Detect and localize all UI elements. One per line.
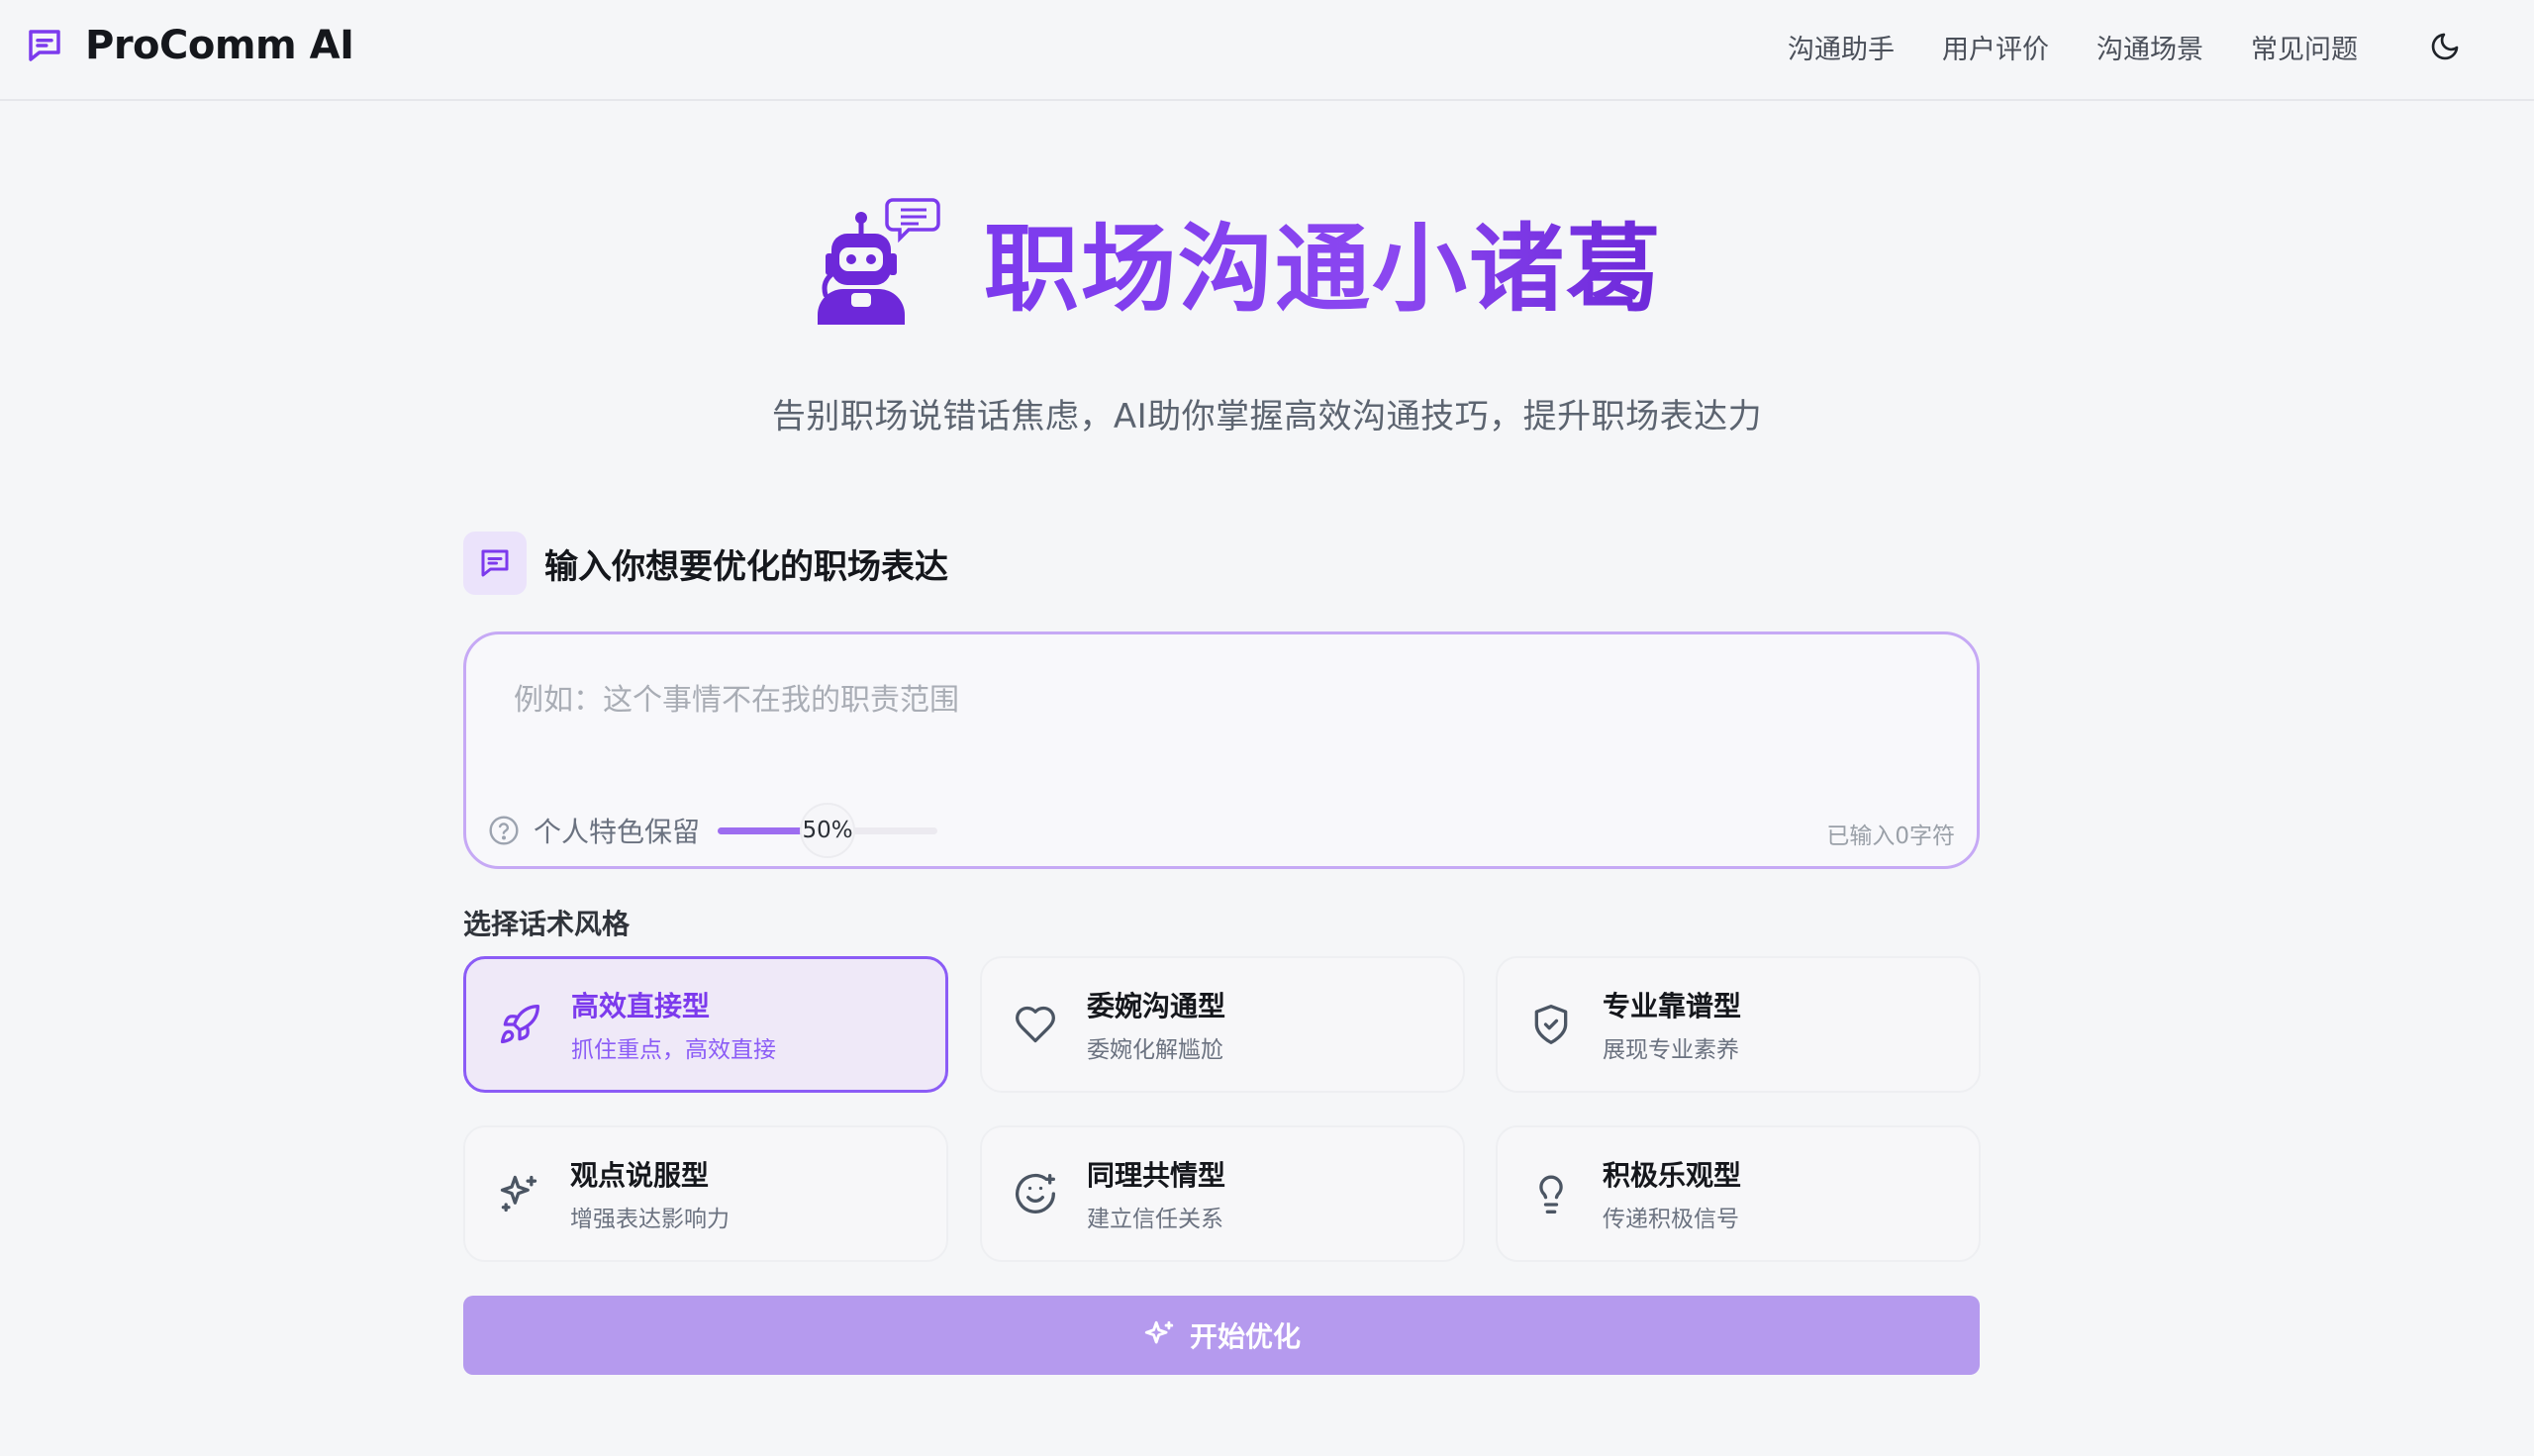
char-count: 已输入0字符 [1826, 824, 1955, 849]
rocket-icon [500, 1005, 539, 1044]
expression-input[interactable] [514, 670, 1919, 729]
lightbulb-icon [1539, 1175, 1563, 1213]
sparkle-icon [1144, 1320, 1174, 1344]
style-card-efficient[interactable]: 高效直接型 抓住重点，高效直接 [463, 956, 948, 1093]
nav-item-scenarios[interactable]: 沟通场景 [2096, 28, 2203, 66]
nav-item-assistant[interactable]: 沟通助手 [1788, 28, 1895, 66]
main-nav: 沟通助手 用户评价 沟通场景 常见问题 [1788, 22, 2534, 71]
top-navbar: ProComm AI 沟通助手 用户评价 沟通场景 常见问题 [0, 0, 2534, 101]
style-card-persuasive[interactable]: 观点说服型 增强表达影响力 [463, 1125, 948, 1262]
style-title: 积极乐观型 [1603, 1159, 1742, 1192]
page-subtitle: 告别职场说错话焦虑，AI助你掌握高效沟通技巧，提升职场表达力 [771, 397, 1763, 437]
nav-item-reviews[interactable]: 用户评价 [1942, 28, 2049, 66]
slider-value: 50% [802, 818, 853, 843]
style-section-label: 选择话术风格 [463, 908, 631, 940]
style-card-professional[interactable]: 专业靠谱型 展现专业素养 [1496, 956, 1981, 1093]
chat-icon [481, 549, 509, 577]
style-title: 观点说服型 [570, 1159, 710, 1192]
page-title: 职场沟通小诸葛 [984, 192, 1663, 330]
brand-name: ProComm AI [85, 23, 354, 68]
input-section-title: 输入你想要优化的职场表达 [544, 546, 948, 587]
retention-control: 个人特色保留 50% [488, 803, 938, 858]
style-card-empathetic[interactable]: 同理共情型 建立信任关系 [980, 1125, 1465, 1262]
style-title: 专业靠谱型 [1603, 990, 1742, 1022]
start-optimize-button[interactable]: 开始优化 [463, 1296, 1980, 1375]
style-card-tactful[interactable]: 委婉沟通型 委婉化解尴尬 [980, 956, 1465, 1093]
style-title: 委婉沟通型 [1087, 990, 1226, 1022]
style-desc: 增强表达影响力 [570, 1207, 730, 1232]
style-desc: 传递积极信号 [1603, 1207, 1739, 1232]
style-title: 同理共情型 [1087, 1159, 1226, 1192]
retention-label: 个人特色保留 [534, 816, 701, 848]
theme-toggle-button[interactable] [2423, 25, 2467, 68]
start-button-label: 开始优化 [1189, 1321, 1301, 1352]
chat-icon [29, 30, 60, 61]
style-desc: 展现专业素养 [1603, 1037, 1739, 1063]
style-desc: 抓住重点，高效直接 [571, 1037, 776, 1063]
smile-icon [1016, 1173, 1055, 1213]
style-desc: 委婉化解尴尬 [1087, 1037, 1223, 1063]
nav-item-faq[interactable]: 常见问题 [2251, 28, 2358, 66]
moon-icon [2431, 33, 2459, 60]
input-section-header: 输入你想要优化的职场表达 [463, 532, 948, 595]
hero-heading: 职场沟通小诸葛 [812, 194, 1663, 327]
expression-input-box: 个人特色保留 50% 已输入0字符 [463, 631, 1980, 869]
heart-icon [1016, 1006, 1055, 1043]
style-card-optimistic[interactable]: 积极乐观型 传递积极信号 [1496, 1125, 1981, 1262]
sparkle-icon [500, 1175, 537, 1213]
robot-icon [818, 198, 940, 325]
style-title: 高效直接型 [571, 990, 711, 1022]
section-icon-badge [463, 532, 527, 595]
retention-slider[interactable]: 50% [718, 803, 938, 858]
help-circle-icon[interactable] [488, 815, 520, 846]
brand-logo[interactable]: ProComm AI [24, 22, 354, 69]
slider-thumb[interactable]: 50% [800, 803, 856, 858]
shield-check-icon [1534, 1005, 1568, 1044]
style-desc: 建立信任关系 [1087, 1207, 1223, 1232]
